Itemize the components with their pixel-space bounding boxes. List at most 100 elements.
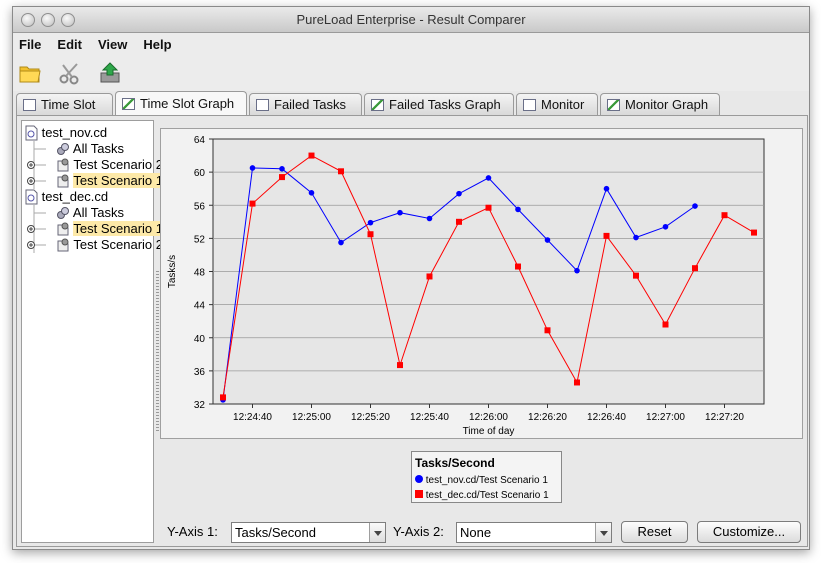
zoom-window-button[interactable] [61, 13, 75, 27]
data-point [456, 218, 462, 225]
tab-monitor-graph[interactable]: Monitor Graph [600, 93, 720, 115]
tree-node[interactable]: All Tasks [26, 141, 124, 157]
app-window: PureLoad Enterprise - Result Comparer Fi… [12, 6, 810, 550]
menu-file[interactable]: File [19, 37, 41, 52]
result-tree[interactable]: test_nov.cd All Tasks Test Scenario 2 Te… [21, 120, 163, 543]
table-icon [256, 98, 269, 111]
data-point [308, 190, 315, 196]
x-tick-label: 12:26:40 [587, 412, 626, 423]
data-point [515, 206, 521, 213]
legend-label: test_dec.cd/Test Scenario 1 [425, 490, 549, 501]
tree-node[interactable]: Test Scenario 2 [26, 157, 163, 173]
tab-label: Failed Tasks [274, 97, 347, 112]
tab-time-slot[interactable]: Time Slot [16, 93, 113, 115]
chevron-down-icon [595, 523, 611, 542]
y-tick-label: 36 [194, 367, 206, 378]
data-point [426, 273, 433, 280]
cut-button[interactable] [57, 60, 83, 86]
open-button[interactable] [17, 60, 43, 86]
y-tick-label: 64 [194, 135, 206, 146]
title-bar: PureLoad Enterprise - Result Comparer [13, 7, 809, 33]
data-point [692, 203, 698, 209]
x-tick-label: 12:25:40 [410, 412, 449, 423]
tab-label: Monitor Graph [625, 97, 709, 112]
data-point [426, 215, 433, 222]
tree-node[interactable]: Test Scenario 1 [26, 173, 163, 189]
x-tick-label: 12:26:00 [469, 412, 508, 423]
y-axis-2-value: None [460, 525, 492, 540]
graph-icon [607, 98, 620, 111]
x-tick-label: 12:24:40 [233, 412, 272, 423]
time-slot-chart: 32 36 40 44 48 52 56 60 64 12:24:40 12:25:00 12:25:… [167, 135, 765, 437]
tree-node-label: test_dec.cd [41, 189, 109, 204]
menu-edit[interactable]: Edit [57, 37, 82, 52]
tab-label: Time Slot Graph [140, 96, 235, 111]
data-point [603, 232, 610, 239]
close-window-button[interactable] [21, 13, 35, 27]
data-point [544, 327, 551, 334]
menu-help[interactable]: Help [143, 37, 171, 52]
data-point [220, 394, 226, 401]
tree-node-label: All Tasks [72, 141, 124, 156]
y-tick-label: 52 [194, 234, 206, 245]
minimize-window-button[interactable] [41, 13, 55, 27]
graph-icon [371, 98, 384, 111]
tab-time-slot-graph[interactable]: Time Slot Graph [115, 91, 247, 115]
tree-node[interactable]: All Tasks [26, 205, 124, 221]
data-point [279, 174, 285, 181]
data-point [279, 166, 285, 172]
data-point [662, 223, 669, 230]
scenario-icon [57, 238, 69, 252]
tree-node-label: All Tasks [72, 205, 124, 220]
tab-failed-tasks[interactable]: Failed Tasks [249, 93, 362, 115]
tab-bar: Time Slot Time Slot Graph Failed Tasks F… [16, 91, 722, 115]
customize-button[interactable]: Customize... [697, 521, 801, 543]
data-point [751, 229, 757, 236]
x-tick-label: 12:26:20 [528, 412, 567, 423]
data-point [249, 200, 256, 207]
y-tick-label: 32 [194, 400, 206, 411]
tree-node-label: Test Scenario 2 [73, 157, 163, 172]
split-pane-divider[interactable] [156, 271, 159, 431]
scenario-icon [57, 222, 69, 236]
tree-node-label: Test Scenario 1 [73, 173, 163, 188]
table-icon [523, 98, 536, 111]
tree-node[interactable]: Test Scenario 2 [26, 237, 163, 253]
y-axis-1-label: Y-Axis 1: [167, 524, 218, 539]
tree-node-label: Test Scenario 2 [73, 237, 163, 252]
y-axis-2-select[interactable]: None [456, 522, 612, 543]
data-point [485, 175, 492, 181]
y-axis-1-select[interactable]: Tasks/Second [231, 522, 386, 543]
data-point [308, 152, 315, 159]
data-point [574, 267, 580, 274]
tree-node[interactable]: Test Scenario 1 [26, 221, 163, 237]
x-tick-label: 12:27:00 [646, 412, 685, 423]
legend-label: test_nov.cd/Test Scenario 1 [425, 475, 548, 486]
toolbar [13, 55, 809, 91]
legend-title: Tasks/Second [415, 456, 495, 470]
data-point [249, 165, 256, 171]
tree-node[interactable]: test_nov.cd [24, 125, 107, 141]
chart-legend: Tasks/Second test_nov.cd/Test Scenario 1… [411, 451, 562, 503]
data-point [662, 321, 669, 328]
tree-node[interactable]: test_dec.cd [24, 189, 108, 205]
data-point [456, 190, 462, 197]
tab-failed-tasks-graph[interactable]: Failed Tasks Graph [364, 93, 514, 115]
tab-label: Time Slot [41, 97, 96, 112]
tree-node-label: Test Scenario 1 [73, 221, 163, 236]
data-point [515, 263, 521, 270]
y-axis-label: Tasks/s [167, 255, 178, 288]
export-button[interactable] [97, 60, 123, 86]
y-tick-label: 40 [194, 334, 206, 345]
folder-open-icon [19, 66, 41, 83]
data-point [367, 219, 374, 226]
x-tick-label: 12:25:00 [292, 412, 331, 423]
data-point [338, 239, 344, 246]
tab-monitor[interactable]: Monitor [516, 93, 598, 115]
data-point [485, 204, 492, 211]
y-tick-label: 60 [194, 168, 206, 179]
reset-button[interactable]: Reset [621, 521, 688, 543]
graph-controls: Y-Axis 1: Tasks/Second Y-Axis 2: None Re… [167, 521, 807, 545]
data-point [633, 234, 639, 241]
menu-view[interactable]: View [98, 37, 127, 52]
